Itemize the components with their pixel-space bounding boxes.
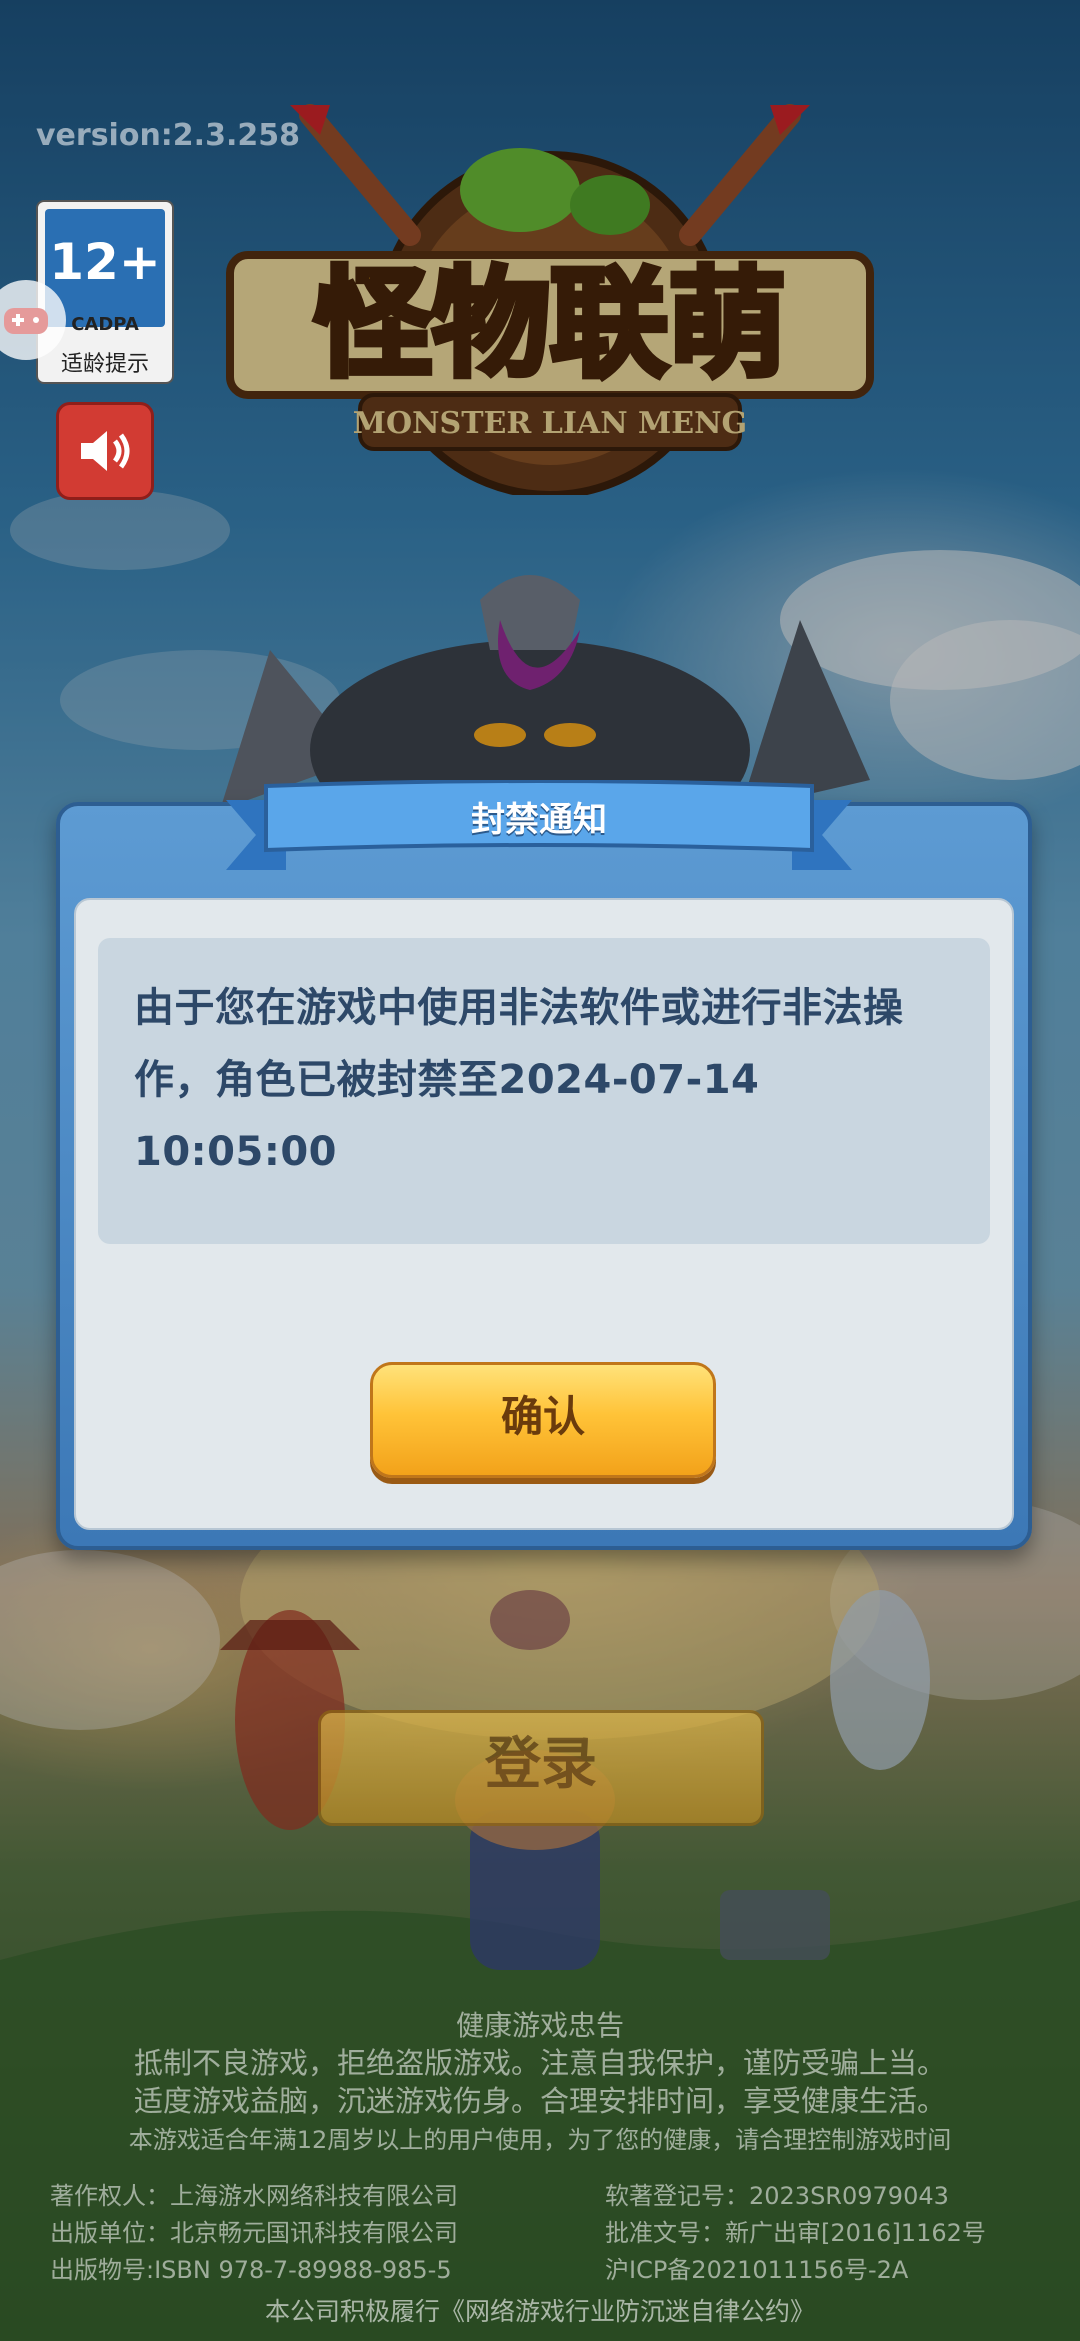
anti-addiction-footer: 本公司积极履行《网络游戏行业防沉迷自律公约》: [264, 2297, 815, 2326]
age-rating-badge[interactable]: 12+ CADPA 适龄提示: [36, 200, 174, 384]
age-tip-label: 适龄提示: [60, 352, 149, 377]
version-label: version:2.3.258: [36, 118, 300, 153]
confirm-button-label: 确认: [500, 1392, 585, 1441]
health-notice: 健康游戏忠告 抵制不良游戏，拒绝盗版游戏。注意自我保护，谨防受骗上当。 适度游戏…: [0, 2008, 1080, 2158]
dialog-title: 封禁通知: [471, 800, 607, 840]
gamepad-icon: [4, 308, 48, 334]
approval-number: 批准文号：新广出审[2016]1162号: [605, 2219, 986, 2247]
health-notice-heading: 健康游戏忠告: [455, 2009, 624, 2042]
confirm-button[interactable]: 确认: [370, 1362, 716, 1478]
credits-left: 著作权人：上海游水网络科技有限公司 出版单位：北京畅元国讯科技有限公司 出版物号…: [50, 2178, 458, 2289]
health-notice-line1: 抵制不良游戏，拒绝盗版游戏。注意自我保护，谨防受骗上当。: [133, 2046, 946, 2080]
age-advice: 本游戏适合年满12周岁以上的用户使用，为了您的健康，请合理控制游戏时间: [128, 2126, 952, 2154]
copyright-holder: 著作权人：上海游水网络科技有限公司: [50, 2182, 458, 2210]
health-notice-line2: 适度游戏益脑，沉迷游戏伤身。合理安排时间，享受健康生活。: [133, 2084, 946, 2118]
message-box: 由于您在游戏中使用非法软件或进行非法操作，角色已被封禁至2024-07-14 1…: [98, 938, 990, 1244]
age-rating: 12+: [49, 233, 161, 291]
credits-right: 软著登记号：2023SR0979043 批准文号：新广出审[2016]1162号…: [605, 2178, 986, 2289]
publisher: 出版单位：北京畅元国讯科技有限公司: [50, 2219, 458, 2247]
login-button[interactable]: 登录: [318, 1710, 764, 1826]
icp-number: 沪ICP备2021011156号-2A: [605, 2256, 909, 2284]
isbn: 出版物号:ISBN 978-7-89988-985-5: [50, 2256, 452, 2284]
ban-message: 由于您在游戏中使用非法软件或进行非法操作，角色已被封禁至2024-07-14 1…: [134, 985, 904, 1175]
login-button-label: 登录: [485, 1732, 597, 1797]
software-registration: 软著登记号：2023SR0979043: [605, 2182, 949, 2210]
sound-toggle-button[interactable]: [56, 402, 154, 500]
speaker-icon: [81, 431, 130, 471]
